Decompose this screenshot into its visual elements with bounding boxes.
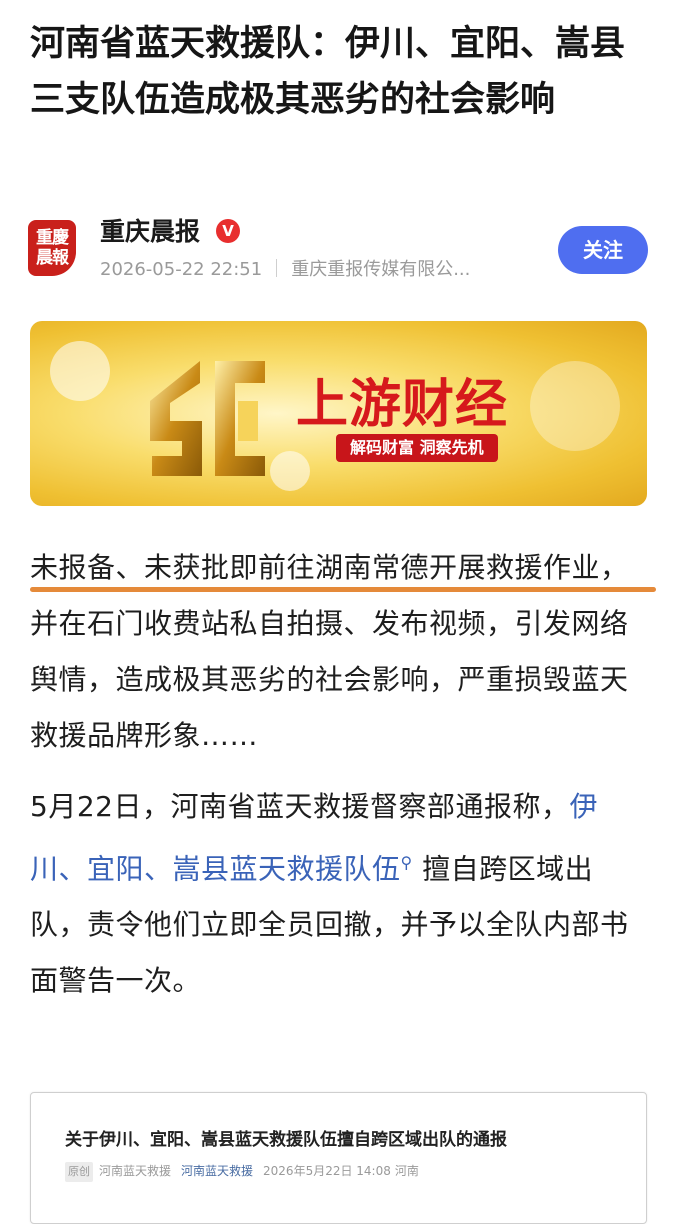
publisher-name: 重庆重报传媒有限公... xyxy=(291,259,471,280)
card-location: 河南 xyxy=(394,1164,419,1178)
body-paragraph-2: 5月22日，河南省蓝天救援督察部通报称，伊川、宜阳、嵩县蓝天救援队伍⚲ 擅自跨区… xyxy=(30,779,650,1009)
follow-button[interactable]: 关注 xyxy=(558,226,648,274)
embedded-article-card[interactable]: 关于伊川、宜阳、嵩县蓝天救援队伍擅自跨区域出队的通报 原创 河南蓝天救援 河南蓝天救… xyxy=(30,1092,647,1224)
banner-logo-icon xyxy=(150,361,265,476)
avatar-text-line2: 晨報 xyxy=(36,248,69,268)
card-datetime: 2026年5月22日 14:08 xyxy=(263,1164,391,1178)
source-name[interactable]: 重庆晨报 xyxy=(100,214,200,250)
card-account-link[interactable]: 河南蓝天救援 xyxy=(181,1164,253,1178)
body-paragraph-1: 未报备、未获批即前往湖南常德开展救援作业， 并在石门收费站私自拍摄、发布视频，引发… xyxy=(30,540,650,764)
banner-glow xyxy=(530,361,620,451)
card-title: 关于伊川、宜阳、嵩县蓝天救援队伍擅自跨区域出队的通报 xyxy=(65,1130,507,1150)
banner-glow xyxy=(50,341,110,401)
paragraph-text: 并在石门收费站私自拍摄、发布视频，引发网络舆情，造成极其恶劣的社会影响，严重损毁… xyxy=(30,607,629,752)
card-meta: 原创 河南蓝天救援 河南蓝天救援 2026年5月22日 14:08 河南 xyxy=(65,1161,419,1182)
banner-image: 上游财经 解码财富 洞察先机 xyxy=(30,321,647,506)
article-title: 河南省蓝天救援队：伊川、宜阳、嵩县三支队伍造成极其恶劣的社会影响 xyxy=(30,24,626,120)
paragraph-text: 5月22日，河南省蓝天救援督察部通报称， xyxy=(30,790,570,823)
banner-subtitle: 解码财富 洞察先机 xyxy=(336,434,498,462)
publish-datetime: 2026-05-22 22:51 xyxy=(100,259,263,280)
avatar-text-line1: 重慶 xyxy=(36,228,69,248)
underlined-text: 未报备、未获批即前往湖南常德开展救援作业， xyxy=(30,551,629,584)
source-avatar[interactable]: 重慶 晨報 xyxy=(28,220,76,276)
meta-divider xyxy=(276,259,278,277)
verified-badge-icon: V xyxy=(216,219,240,243)
highlight-underline xyxy=(30,587,656,592)
banner-title: 上游财经 xyxy=(296,375,509,435)
search-icon[interactable]: ⚲ xyxy=(401,853,413,872)
card-author: 河南蓝天救援 xyxy=(99,1164,172,1178)
article-meta: 2026-05-22 22:51 重庆重报传媒有限公... xyxy=(100,256,470,284)
original-tag: 原创 xyxy=(65,1162,93,1182)
